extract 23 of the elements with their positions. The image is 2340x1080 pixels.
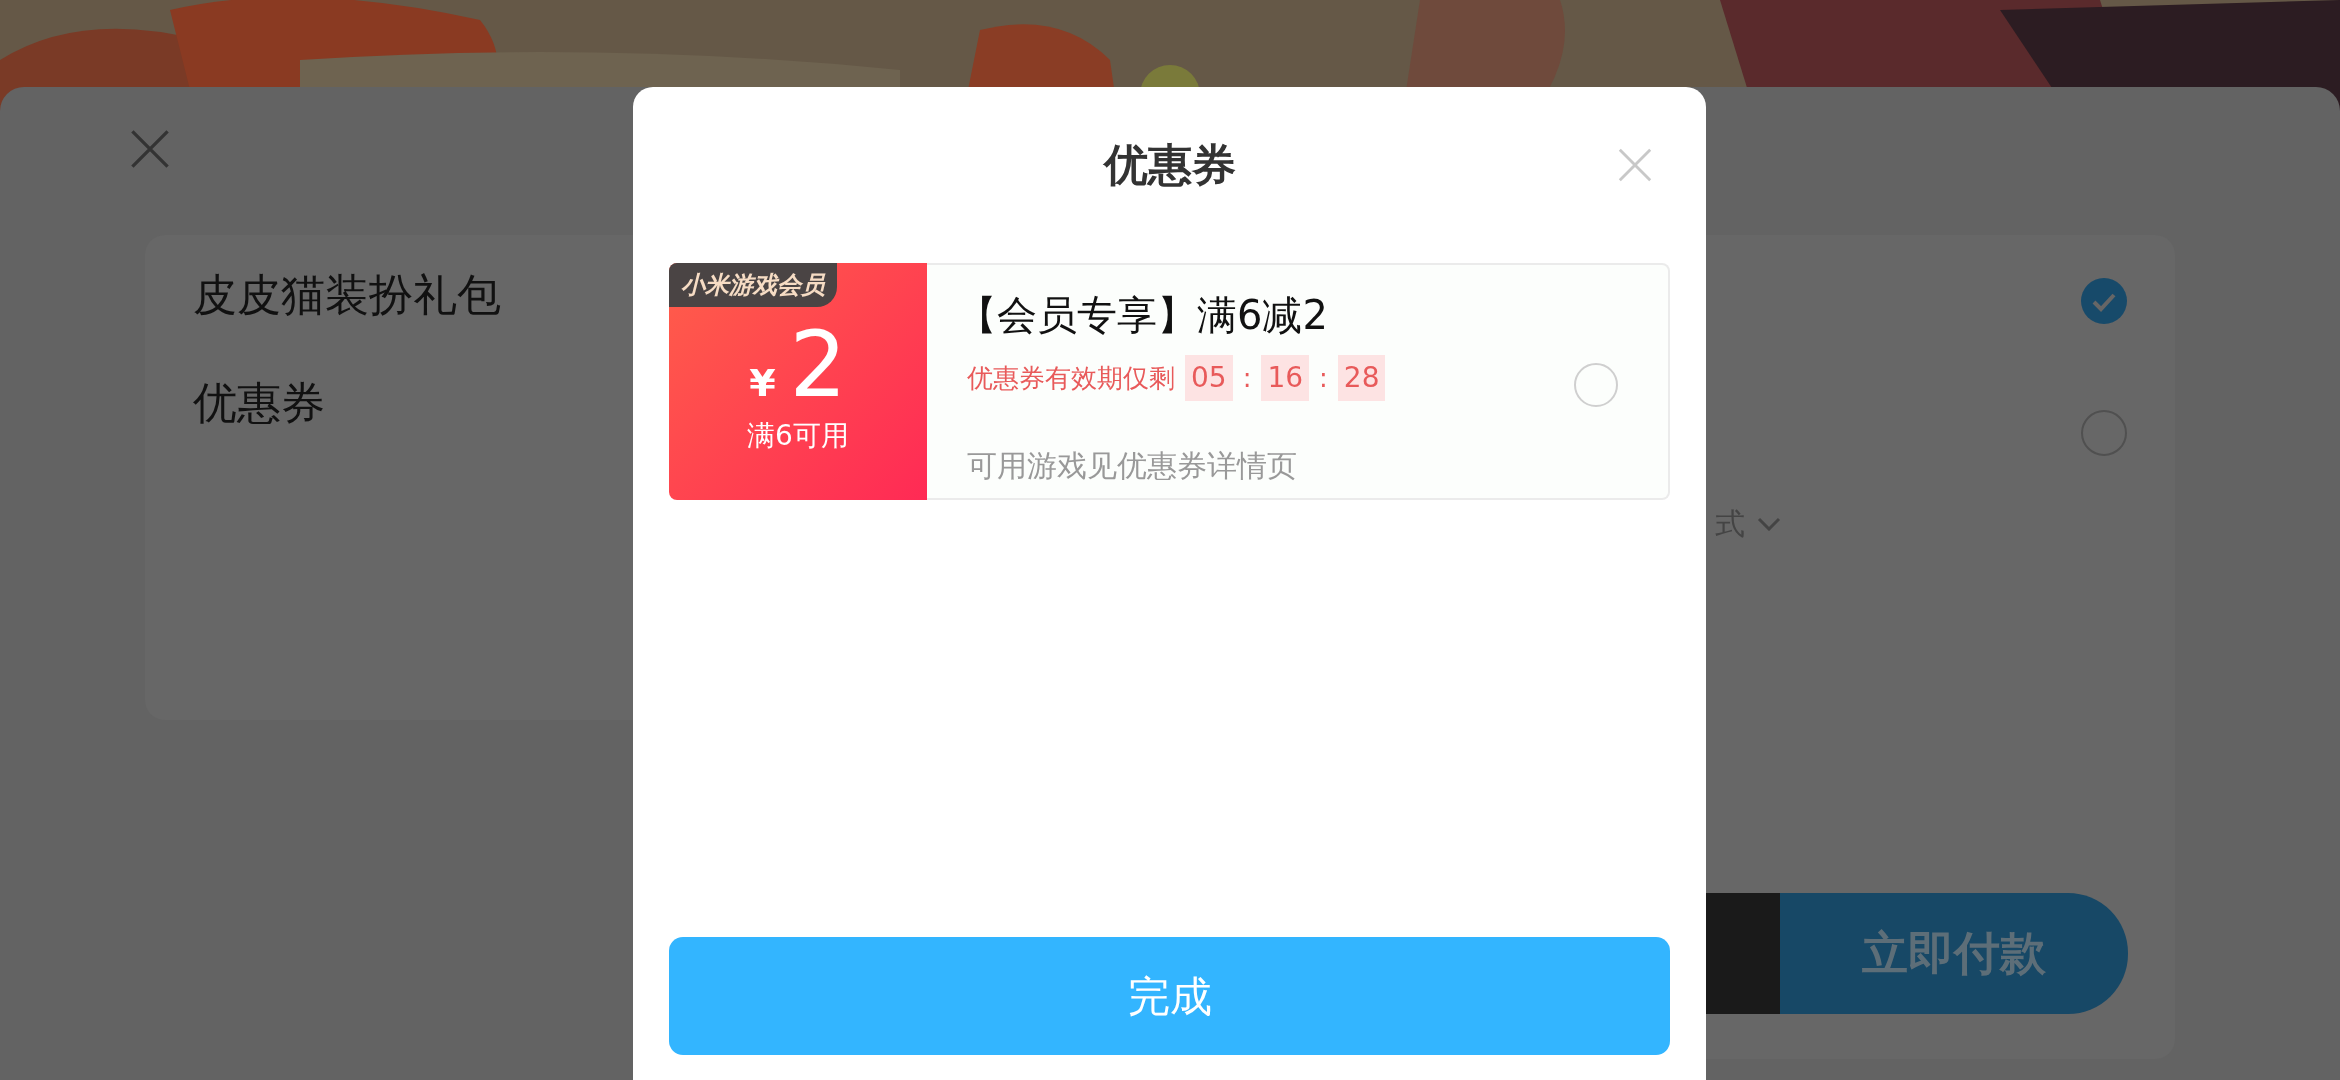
countdown-digits: 05 — [1185, 355, 1233, 401]
countdown-digits: 16 — [1261, 355, 1310, 401]
coupon-note: 可用游戏见优惠券详情页 — [967, 447, 1298, 485]
check-icon[interactable] — [2080, 277, 2128, 325]
coupon-amount: 2 — [789, 315, 847, 415]
member-badge: 小米游戏会员 — [669, 263, 837, 307]
item-label: 优惠券 — [193, 376, 325, 430]
coupon-title: 【会员专享】满6减2 — [957, 291, 1329, 340]
countdown-separator: : — [1242, 361, 1252, 395]
radio-icon[interactable] — [2080, 409, 2128, 457]
pay-button[interactable]: 立即付款 — [1780, 893, 2128, 1014]
dialog-title: 优惠券 — [1103, 138, 1236, 192]
currency-symbol: ¥ — [749, 360, 776, 407]
done-button[interactable]: 完成 — [669, 937, 1670, 1055]
chevron-down-icon[interactable] — [1757, 516, 1781, 531]
coupon-condition: 满6可用 — [747, 418, 849, 454]
close-icon[interactable] — [1616, 146, 1654, 184]
expiry-label: 优惠券有效期仅剩 — [967, 361, 1175, 395]
countdown-digits: 28 — [1337, 355, 1386, 401]
countdown-separator: : — [1319, 361, 1328, 395]
close-icon[interactable] — [128, 127, 172, 171]
item-label: 皮皮猫装扮礼包 — [193, 268, 501, 322]
coupon-card[interactable]: 【会员专享】满6减2 优惠券有效期仅剩 05 : 16 : 28 可用游戏见优惠券详情页 — [927, 263, 1670, 500]
